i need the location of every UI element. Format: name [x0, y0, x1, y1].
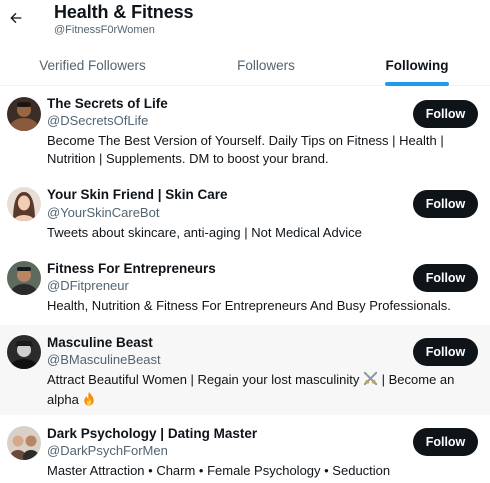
user-handle[interactable]: @DSecretsOfLife — [47, 113, 148, 128]
user-handle[interactable]: @DFitpreneur — [47, 278, 129, 293]
avatar — [7, 335, 41, 369]
tab-bar: Verified Followers Followers Following — [0, 44, 490, 86]
user-name[interactable]: Your Skin Friend | Skin Care — [47, 187, 228, 202]
user-name[interactable]: Fitness For Entrepreneurs — [47, 261, 216, 276]
user-row[interactable]: Your Skin Friend | Skin Care @YourSkinCa… — [0, 177, 490, 247]
user-handle[interactable]: @BMasculineBeast — [47, 352, 161, 367]
avatar — [7, 187, 41, 221]
user-bio: Attract Beautiful Women | Regain your lo… — [47, 371, 472, 410]
back-button[interactable] — [4, 6, 28, 30]
arrow-left-icon — [10, 12, 22, 24]
user-row[interactable]: The Secrets of Life @DSecretsOfLife Foll… — [0, 86, 490, 170]
page-title: Health & Fitness — [54, 2, 194, 22]
profile-header: Health & Fitness @FitnessF0rWomen — [0, 0, 490, 44]
user-name[interactable]: Masculine Beast — [47, 335, 153, 350]
avatar — [7, 426, 41, 460]
crossed-swords-icon — [363, 371, 378, 391]
user-row[interactable]: Fitness For Entrepreneurs @DFitpreneur F… — [0, 251, 490, 321]
user-row[interactable]: Dark Psychology | Dating Master @DarkPsy… — [0, 416, 490, 483]
user-name[interactable]: Dark Psychology | Dating Master — [47, 426, 257, 441]
user-handle[interactable]: @YourSkinCareBot — [47, 205, 159, 220]
user-handle[interactable]: @DarkPsychForMen — [47, 443, 168, 458]
user-row[interactable]: Masculine Beast @BMasculineBeast Follow … — [0, 325, 490, 415]
user-name[interactable]: The Secrets of Life — [47, 96, 168, 111]
tab-verified-followers[interactable]: Verified Followers — [20, 44, 165, 86]
avatar — [7, 261, 41, 295]
follow-button[interactable]: Follow — [413, 338, 478, 366]
user-bio: Tweets about skincare, anti-aging | Not … — [47, 225, 362, 240]
user-bio: Become The Best Version of Yourself. Dai… — [47, 133, 444, 166]
user-bio: Health, Nutrition & Fitness For Entrepre… — [47, 298, 451, 313]
page-handle: @FitnessF0rWomen — [54, 24, 155, 36]
follow-button[interactable]: Follow — [413, 190, 478, 218]
fire-icon — [82, 391, 96, 411]
avatar — [7, 97, 41, 131]
user-bio: Master Attraction • Charm • Female Psych… — [47, 463, 391, 478]
follow-button[interactable]: Follow — [413, 100, 478, 128]
follow-button[interactable]: Follow — [413, 428, 478, 456]
tab-followers[interactable]: Followers — [200, 44, 332, 86]
follow-button[interactable]: Follow — [413, 264, 478, 292]
tab-following[interactable]: Following — [367, 44, 467, 86]
